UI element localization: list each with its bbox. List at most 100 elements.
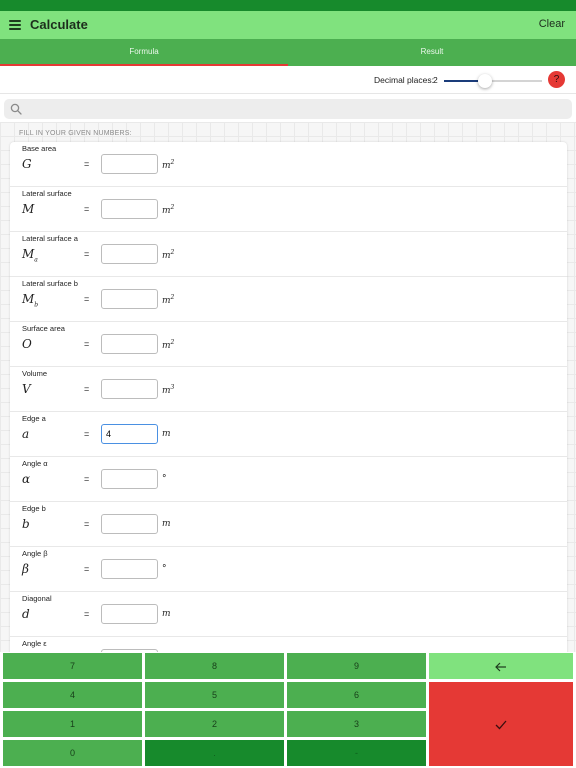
field-row: Lateral surface b Mb = m2 [10,277,567,322]
field-label: Angle α [22,459,48,468]
equals-sign: = [84,339,90,349]
key-9[interactable]: 9 [287,653,426,679]
field-input[interactable] [101,604,158,624]
field-unit-text: m [162,161,171,171]
field-symbol-text: M [22,202,35,216]
decimal-places-slider[interactable] [444,74,542,88]
key-7[interactable]: 7 [3,653,142,679]
key-4[interactable]: 4 [3,682,142,708]
field-label: Lateral surface a [22,234,78,243]
key-2[interactable]: 2 [145,711,284,737]
field-label: Lateral surface b [22,279,78,288]
field-symbol: β [22,562,29,576]
field-symbol: d [22,607,30,621]
equals-sign: = [84,294,90,304]
field-row: Diagonal d = m [10,592,567,637]
field-symbol-text: b [22,517,30,531]
field-row: Angle εε=° [10,637,567,652]
field-row: Angle α α = ° [10,457,567,502]
field-unit: ° [162,564,167,574]
field-input[interactable] [101,199,158,219]
help-button[interactable]: ? [548,71,565,88]
field-symbol: Mb [22,292,38,308]
field-row: Base area G = m2 [10,142,567,187]
fields-card: Base area G = m2 Lateral surface M = m2 Lateral … [10,142,567,652]
field-symbol: M [22,202,34,216]
field-input[interactable] [101,379,158,399]
backspace-button[interactable] [429,653,573,679]
field-unit-exponent: 3 [170,384,175,391]
field-label: Base area [22,144,57,153]
tab-result[interactable]: Result [288,39,576,66]
field-input[interactable] [101,334,158,354]
field-input[interactable] [101,154,158,174]
slider-thumb[interactable] [478,74,493,88]
field-unit-text: m [162,296,171,306]
app-header: Calculate Clear [0,11,576,39]
field-label: Diagonal [22,594,52,603]
field-unit: ° [162,474,167,484]
field-label: Edge b [22,504,46,513]
key-5[interactable]: 5 [145,682,284,708]
field-unit-exponent: 2 [170,294,175,301]
field-row: Lateral surface a Ma = m2 [10,232,567,277]
key-8[interactable]: 8 [145,653,284,679]
field-unit-text: m [162,386,171,396]
search-input[interactable] [26,99,566,119]
key-decimal[interactable]: . [145,740,284,766]
field-symbol-subscript: a [34,256,38,264]
hamburger-menu-icon[interactable] [9,20,21,30]
field-unit-exponent: 2 [170,204,175,211]
field-symbol-text: O [22,337,32,351]
equals-sign: = [84,609,90,619]
field-symbol: α [22,472,30,486]
numeric-keypad: 7 8 9 4 5 6 1 2 3 0 . - [0,652,576,768]
field-row: Edge a a = m [10,412,567,457]
decimal-places-label: Decimal places: [374,75,434,85]
field-input[interactable] [101,514,158,534]
field-symbol: b [22,517,30,531]
field-input[interactable] [101,424,158,444]
key-0[interactable]: 0 [3,740,142,766]
equals-sign: = [84,204,90,214]
field-symbol: a [22,427,29,441]
field-unit: m2 [162,249,174,261]
field-symbol-text: β [22,562,29,576]
field-symbol-text: M [22,292,35,306]
field-symbol: V [22,382,31,396]
field-label: Angle β [22,549,48,558]
field-input[interactable] [101,244,158,264]
field-row: Volume V = m3 [10,367,567,412]
field-label: Volume [22,369,48,378]
field-symbol-subscript: b [34,301,39,309]
confirm-button[interactable] [429,682,573,766]
field-input[interactable] [101,469,158,489]
key-minus[interactable]: - [287,740,426,766]
tab-formula[interactable]: Formula [0,39,288,66]
clear-button[interactable]: Clear [539,18,565,30]
equals-sign: = [84,564,90,574]
field-symbol: Ma [22,247,38,263]
field-unit: m3 [162,384,174,396]
field-unit: m [162,519,171,529]
field-symbol-text: V [22,382,31,396]
key-3[interactable]: 3 [287,711,426,737]
field-unit-text: m [162,429,171,439]
formula-content: FILL IN YOUR GIVEN NUMBERS: Base area G = m… [0,122,576,652]
field-symbol-text: a [22,427,30,441]
field-input[interactable] [101,289,158,309]
decimal-places-row: Decimal places: 2 [0,66,576,94]
field-unit: m2 [162,204,174,216]
field-unit-text: m [162,609,171,619]
field-unit: m2 [162,159,174,171]
field-unit-text: m [162,341,171,351]
app-title: Calculate [30,17,88,32]
checkmark-icon [495,720,507,730]
backspace-arrow-icon [495,662,506,672]
field-input[interactable] [101,559,158,579]
key-1[interactable]: 1 [3,711,142,737]
field-label: Surface area [22,324,65,333]
equals-sign: = [84,474,90,484]
field-symbol: O [22,337,32,351]
key-6[interactable]: 6 [287,682,426,708]
